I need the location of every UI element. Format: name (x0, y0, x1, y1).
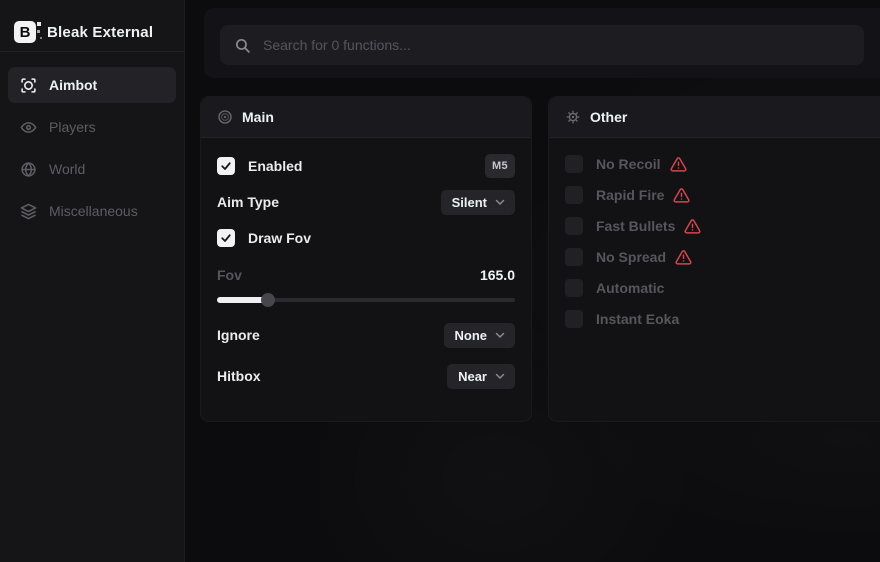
app-window: B Bleak External Aimbot (0, 0, 880, 562)
main-panel-title: Main (242, 109, 274, 125)
instant-eoka-checkbox[interactable] (565, 310, 583, 328)
checkmark-icon (220, 232, 232, 244)
fov-slider[interactable] (217, 293, 515, 307)
search-bar-container (204, 8, 880, 78)
main-panel-header: Main (201, 97, 531, 138)
draw-fov-label: Draw Fov (248, 230, 311, 246)
search-input[interactable] (263, 37, 850, 53)
warning-icon (684, 218, 701, 235)
rapid-fire-label: Rapid Fire (596, 187, 664, 203)
enabled-row: Enabled M5 (217, 152, 515, 180)
app-logo-icon: B (14, 21, 36, 43)
enabled-checkbox[interactable] (217, 157, 235, 175)
disc-icon (217, 109, 233, 125)
automatic-checkbox[interactable] (565, 279, 583, 297)
main-panel: Main Enabled M5 Aim Type Silent (200, 96, 532, 422)
no-recoil-label: No Recoil (596, 156, 661, 172)
fov-value: 165.0 (480, 267, 515, 283)
sidebar-item-miscellaneous[interactable]: Miscellaneous (8, 193, 176, 229)
sidebar-item-label: World (49, 161, 85, 177)
automatic-label: Automatic (596, 280, 664, 296)
enabled-keybind-badge[interactable]: M5 (485, 154, 515, 178)
sidebar-item-aimbot[interactable]: Aimbot (8, 67, 176, 103)
aim-type-row: Aim Type Silent (217, 188, 515, 216)
sidebar: B Bleak External Aimbot (0, 0, 185, 562)
draw-fov-row: Draw Fov (217, 224, 515, 252)
instant-eoka-label: Instant Eoka (596, 311, 679, 327)
instant-eoka-row: Instant Eoka (565, 308, 879, 330)
app-title: Bleak External (47, 24, 153, 41)
content-area: Main Enabled M5 Aim Type Silent (185, 0, 880, 562)
warning-icon (670, 156, 687, 173)
ignore-row: Ignore None (217, 321, 515, 349)
no-spread-label: No Spread (596, 249, 666, 265)
layers-icon (20, 203, 37, 220)
checkmark-icon (220, 160, 232, 172)
sidebar-item-label: Players (49, 119, 96, 135)
search-icon (234, 37, 251, 54)
enabled-label: Enabled (248, 158, 302, 174)
ignore-dropdown[interactable]: None (444, 323, 516, 348)
chevron-down-icon (494, 370, 506, 382)
globe-icon (20, 161, 37, 178)
chevron-down-icon (494, 196, 506, 208)
sidebar-nav: Aimbot Players (0, 52, 184, 229)
crosshair-icon (20, 77, 37, 94)
gear-icon (565, 109, 581, 125)
hitbox-value: Near (458, 369, 487, 384)
ignore-label: Ignore (217, 327, 260, 343)
sidebar-item-label: Miscellaneous (49, 203, 138, 219)
automatic-row: Automatic (565, 277, 879, 299)
hitbox-dropdown[interactable]: Near (447, 364, 515, 389)
rapid-fire-checkbox[interactable] (565, 186, 583, 204)
hitbox-row: Hitbox Near (217, 362, 515, 390)
other-panel-title: Other (590, 109, 627, 125)
search-box[interactable] (220, 25, 864, 65)
no-recoil-checkbox[interactable] (565, 155, 583, 173)
fast-bullets-row: Fast Bullets (565, 215, 879, 237)
fov-slider-thumb[interactable] (261, 293, 275, 307)
brand: B Bleak External (0, 0, 184, 51)
aim-type-label: Aim Type (217, 194, 279, 210)
no-spread-checkbox[interactable] (565, 248, 583, 266)
hitbox-label: Hitbox (217, 368, 261, 384)
other-panel-header: Other (549, 97, 880, 138)
no-spread-row: No Spread (565, 246, 879, 268)
other-panel: Other No Recoil Rapid Fire (548, 96, 880, 422)
other-panel-body: No Recoil Rapid Fire Fast Bullets (549, 138, 880, 339)
no-recoil-row: No Recoil (565, 153, 879, 175)
fast-bullets-label: Fast Bullets (596, 218, 675, 234)
ignore-value: None (455, 328, 488, 343)
main-panel-body: Enabled M5 Aim Type Silent (201, 138, 531, 398)
rapid-fire-row: Rapid Fire (565, 184, 879, 206)
sidebar-item-world[interactable]: World (8, 151, 176, 187)
warning-icon (675, 249, 692, 266)
sidebar-item-label: Aimbot (49, 77, 97, 93)
warning-icon (673, 187, 690, 204)
sidebar-item-players[interactable]: Players (8, 109, 176, 145)
aim-type-dropdown[interactable]: Silent (441, 190, 515, 215)
eye-icon (20, 119, 37, 136)
draw-fov-checkbox[interactable] (217, 229, 235, 247)
chevron-down-icon (494, 329, 506, 341)
fov-label: Fov (217, 267, 242, 283)
fast-bullets-checkbox[interactable] (565, 217, 583, 235)
aim-type-value: Silent (452, 195, 487, 210)
fov-row: Fov 165.0 (217, 264, 515, 286)
